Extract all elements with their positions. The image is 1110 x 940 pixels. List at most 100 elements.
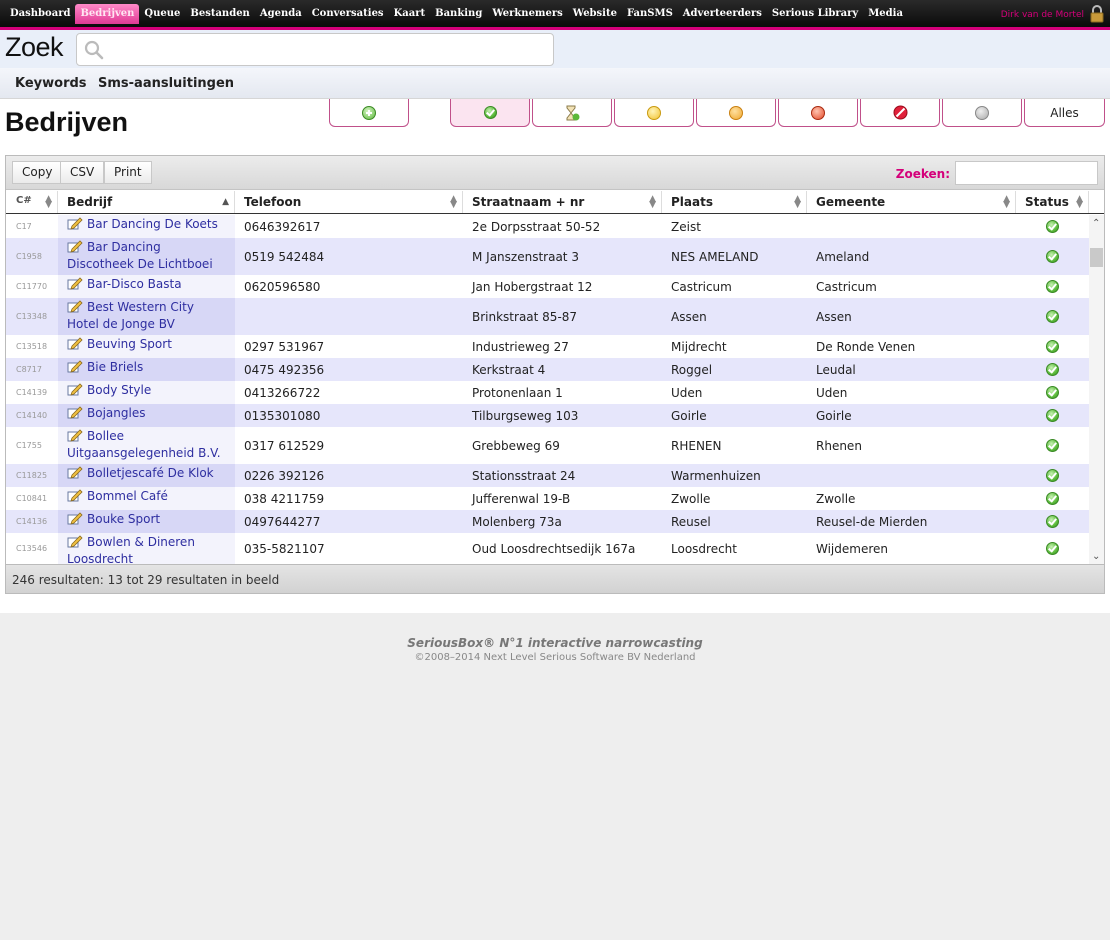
edit-icon[interactable] [67,428,83,442]
filter-rejected-button[interactable] [778,99,858,127]
nav-item-media[interactable]: Media [863,4,908,24]
column-header-straat[interactable]: Straatnaam + nr ▲ ▼ [463,191,662,213]
cell-bedrijf[interactable]: Bojangles [58,404,235,427]
status-active-icon[interactable] [1046,469,1059,482]
cell-bedrijf[interactable]: Best Western City Hotel de Jonge BV [58,298,235,335]
company-link[interactable]: Bommel Café [87,489,168,503]
copy-button[interactable]: Copy [12,161,63,184]
company-link[interactable]: Bolletjescafé De Klok [87,466,214,480]
cell-bedrijf[interactable]: Beuving Sport [58,335,235,358]
status-active-icon[interactable] [1046,515,1059,528]
column-header-c[interactable]: C# ▲ ▼ [6,191,58,213]
status-active-icon[interactable] [1046,492,1059,505]
search-field[interactable] [76,33,554,66]
cell-bedrijf[interactable]: Bar Dancing De Koets [58,215,235,238]
nav-item-serious-library[interactable]: Serious Library [767,4,863,24]
company-link[interactable]: Body Style [87,383,151,397]
scroll-down-icon[interactable]: ⌄ [1092,551,1100,562]
lock-icon[interactable] [1090,5,1104,23]
company-link[interactable]: Bar Dancing De Koets [87,217,218,231]
subnav-keywords[interactable]: Keywords [15,76,87,91]
edit-icon[interactable] [67,511,83,525]
cell-bedrijf[interactable]: Bie Briels [58,358,235,381]
table-row[interactable]: C8717 Bie Briels 0475 492356 Kerkstraat 4 Ro… [6,358,1089,381]
edit-icon[interactable] [67,216,83,230]
cell-bedrijf[interactable]: Bommel Café [58,487,235,510]
cell-bedrijf[interactable]: Bolletjescafé De Klok [58,464,235,487]
cell-bedrijf[interactable]: Body Style [58,381,235,404]
edit-icon[interactable] [67,239,83,253]
nav-item-bestanden[interactable]: Bestanden [185,4,254,24]
edit-icon[interactable] [67,534,83,548]
column-header-status[interactable]: Status ▲ ▼ [1016,191,1089,213]
nav-item-conversaties[interactable]: Conversaties [307,4,389,24]
search-input[interactable] [109,39,549,61]
status-active-icon[interactable] [1046,280,1059,293]
scroll-up-icon[interactable]: ⌃ [1092,218,1100,229]
nav-item-bedrijven[interactable]: Bedrijven [75,4,140,24]
table-row[interactable]: C17 Bar Dancing De Koets 0646392617 2e Dorp… [6,215,1089,238]
column-header-plaats[interactable]: Plaats ▲ ▼ [662,191,807,213]
nav-item-banking[interactable]: Banking [430,4,487,24]
table-row[interactable]: C1755 Bollee Uitgaansgelegenheid B.V. 0317… [6,427,1089,464]
filter-add-button[interactable] [329,99,409,127]
table-row[interactable]: C1958 Bar Dancing Discotheek De Lichtboei… [6,238,1089,275]
csv-button[interactable]: CSV [60,161,105,184]
nav-item-adverteerders[interactable]: Adverteerders [678,4,767,24]
nav-item-fansms[interactable]: FanSMS [622,4,678,24]
nav-item-queue[interactable]: Queue [139,4,185,24]
column-header-gemeente[interactable]: Gemeente ▲ ▼ [807,191,1016,213]
company-link[interactable]: Bar Dancing Discotheek De Lichtboei [67,240,213,271]
table-search-input[interactable] [955,161,1098,185]
table-row[interactable]: C13546 Bowlen & Dineren Loosdrecht 035-582… [6,533,1089,564]
table-scrollbar[interactable]: ⌃ ⌄ [1089,215,1104,564]
status-active-icon[interactable] [1046,439,1059,452]
edit-icon[interactable] [67,276,83,290]
status-active-icon[interactable] [1046,409,1059,422]
scroll-thumb[interactable] [1090,248,1103,267]
table-row[interactable]: C14136 Bouke Sport 0497644277 Molenberg 73a… [6,510,1089,533]
nav-item-werknemers[interactable]: Werknemers [487,4,567,24]
company-link[interactable]: Bouke Sport [87,512,160,526]
company-link[interactable]: Bie Briels [87,360,143,374]
status-active-icon[interactable] [1046,310,1059,323]
cell-bedrijf[interactable]: Bar-Disco Basta [58,275,235,298]
cell-bedrijf[interactable]: Bowlen & Dineren Loosdrecht [58,533,235,564]
print-button[interactable]: Print [104,161,152,184]
edit-icon[interactable] [67,488,83,502]
status-active-icon[interactable] [1046,542,1059,555]
nav-item-agenda[interactable]: Agenda [255,4,307,24]
filter-neutral-button[interactable] [696,99,776,127]
company-link[interactable]: Bojangles [87,406,145,420]
cell-bedrijf[interactable]: Bouke Sport [58,510,235,533]
edit-icon[interactable] [67,359,83,373]
company-link[interactable]: Bar-Disco Basta [87,277,182,291]
status-active-icon[interactable] [1046,340,1059,353]
user-name[interactable]: Dirk van de Mortel [1001,10,1084,20]
company-link[interactable]: Best Western City Hotel de Jonge BV [67,300,194,331]
nav-item-website[interactable]: Website [568,4,622,24]
status-active-icon[interactable] [1046,220,1059,233]
edit-icon[interactable] [67,336,83,350]
table-row[interactable]: C13518 Beuving Sport 0297 531967 Industriew… [6,335,1089,358]
nav-item-dashboard[interactable]: Dashboard [5,4,75,24]
filter-blocked-button[interactable] [860,99,940,127]
nav-item-kaart[interactable]: Kaart [389,4,431,24]
edit-icon[interactable] [67,299,83,313]
column-header-telefoon[interactable]: Telefoon ▲ ▼ [235,191,463,213]
filter-pending-button[interactable] [532,99,612,127]
table-row[interactable]: C10841 Bommel Café 038 4211759 Jufferenwal … [6,487,1089,510]
company-link[interactable]: Bowlen & Dineren Loosdrecht [67,535,195,564]
status-active-icon[interactable] [1046,386,1059,399]
edit-icon[interactable] [67,405,83,419]
filter-happy-button[interactable] [614,99,694,127]
table-row[interactable]: C14139 Body Style 0413266722 Protonenlaan 1… [6,381,1089,404]
filter-inactive-button[interactable] [942,99,1022,127]
cell-bedrijf[interactable]: Bar Dancing Discotheek De Lichtboei [58,238,235,275]
filter-all-button[interactable]: Alles [1024,99,1105,127]
company-link[interactable]: Beuving Sport [87,337,172,351]
table-row[interactable]: C13348 Best Western City Hotel de Jonge B… [6,298,1089,335]
company-link[interactable]: Bollee Uitgaansgelegenheid B.V. [67,429,221,460]
table-row[interactable]: C11825 Bolletjescafé De Klok 0226 392126 St… [6,464,1089,487]
filter-active-button[interactable] [450,99,530,127]
